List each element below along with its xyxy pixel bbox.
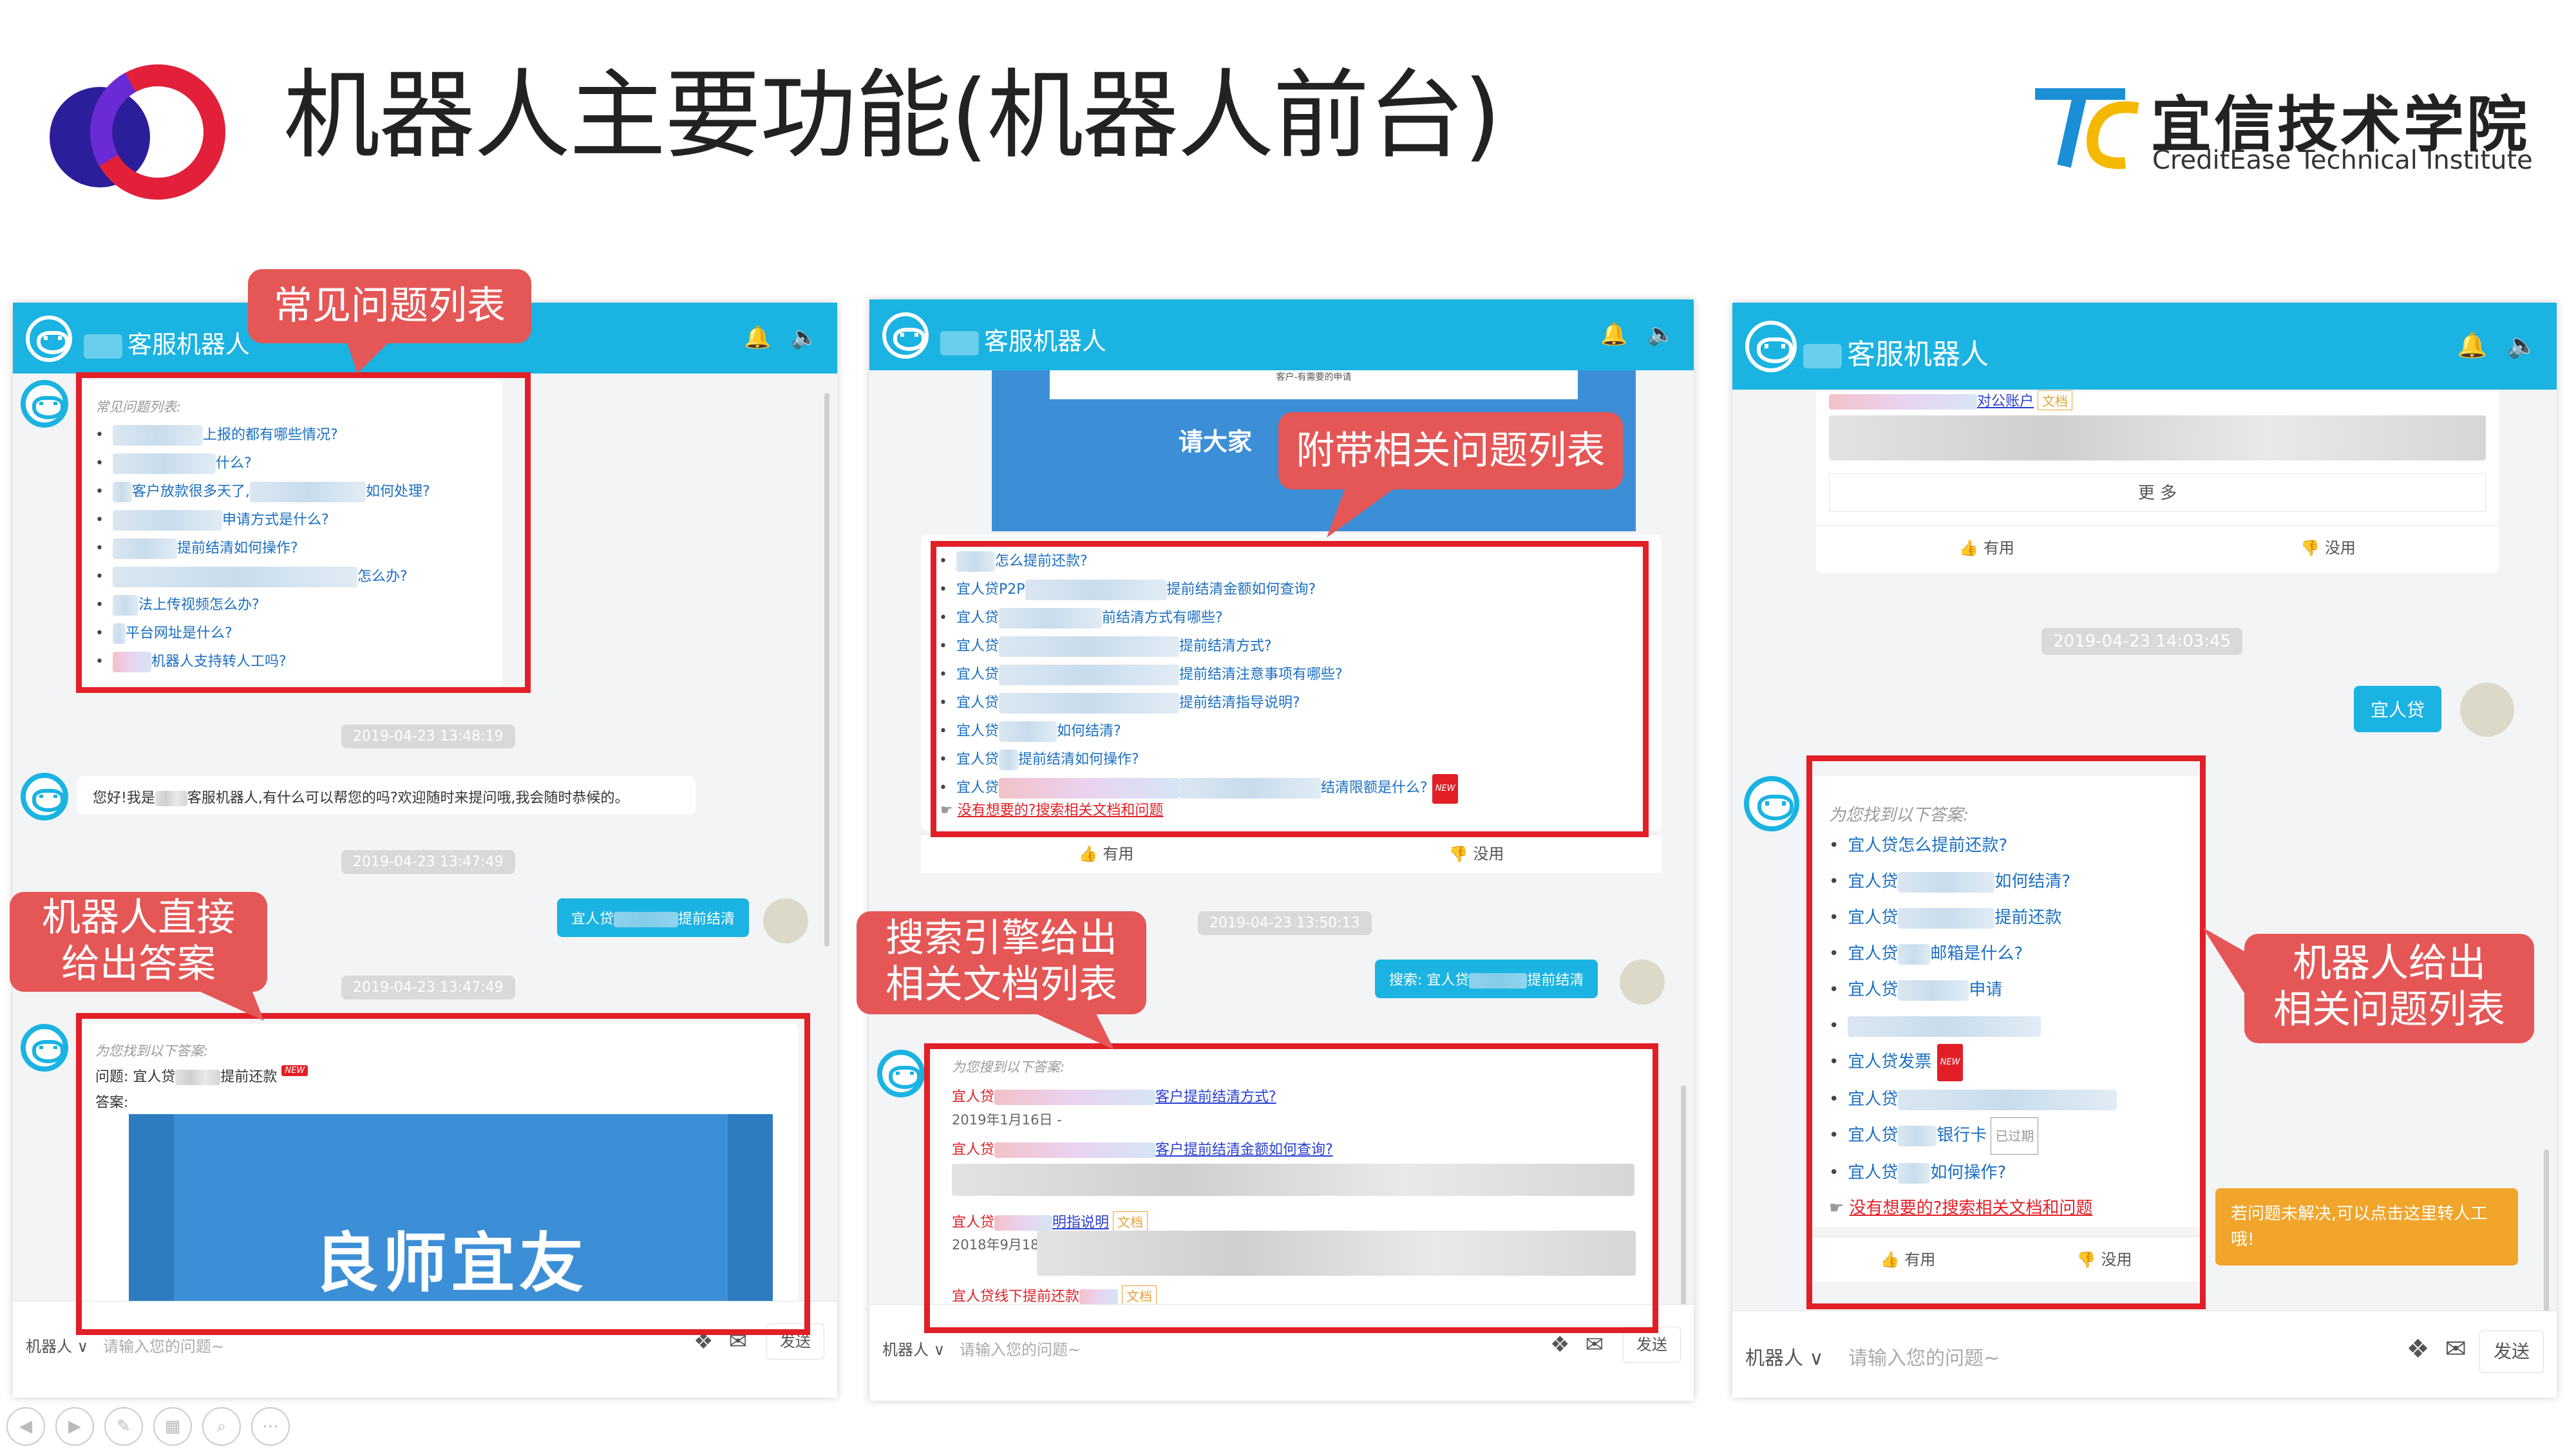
callout-pointer — [1030, 1011, 1114, 1050]
highlight-search-docs — [924, 1043, 1658, 1333]
prev-icon[interactable]: ◀ — [6, 1407, 45, 1446]
useful-button[interactable]: 👍 有用 — [1816, 526, 2157, 570]
chat-header: 客服机器人 🔔 🔈 — [1732, 303, 2557, 390]
bell-icon[interactable]: 🔔 — [2457, 331, 2487, 359]
highlight-related — [931, 541, 1649, 837]
callout-pointer — [193, 989, 264, 1021]
timestamp: 2019-04-23 13:50:13 — [1198, 911, 1372, 935]
next-icon[interactable]: ▶ — [55, 1407, 94, 1446]
thumb-up-icon: 👍 — [1078, 845, 1098, 863]
user-avatar — [2460, 683, 2514, 737]
feedback-bar: 👍 有用 👎 没用 — [1816, 525, 2499, 570]
send-button[interactable]: 发送 — [2479, 1331, 2544, 1373]
speaker-icon[interactable]: 🔈 — [1647, 321, 1674, 347]
zoom-icon[interactable]: ⌕ — [202, 1407, 241, 1446]
apps-icon[interactable]: ❖ — [1550, 1332, 1569, 1358]
useless-button[interactable]: 👎 没用 — [2157, 526, 2499, 570]
highlight-robot-related — [1806, 755, 2206, 1309]
slides-icon[interactable]: ▦ — [153, 1407, 192, 1446]
scrollbar[interactable] — [1681, 1085, 1686, 1317]
thumb-down-icon: 👎 — [1448, 845, 1468, 863]
robot-avatar-icon — [21, 1024, 68, 1072]
more-button[interactable]: 更 多 — [1829, 473, 2486, 512]
callout-faq: 常见问题列表 — [248, 269, 531, 343]
user-message: 宜人贷 提前结清 — [557, 898, 750, 937]
chat-header: 客服机器人 🔔 🔈 — [869, 299, 1694, 370]
transfer-to-human-tip[interactable]: 若问题未解决,可以点击这里转人工哦! — [2215, 1188, 2518, 1265]
timestamp: 2019-04-23 14:03:45 — [2041, 628, 2243, 655]
creditease-logo-icon — [2035, 88, 2139, 169]
question-input[interactable]: 请输入您的问题~ — [1848, 1342, 2000, 1370]
slide: 机器人主要功能(机器人前台) 宜信技术学院 CreditEase Technic… — [0, 0, 2576, 1449]
robot-selector[interactable]: 机器人 ∨ — [26, 1334, 88, 1356]
highlight-direct-answer — [76, 1013, 810, 1335]
mail-icon[interactable]: ✉ — [2445, 1334, 2467, 1364]
bell-icon[interactable]: 🔔 — [744, 325, 771, 350]
speaker-icon[interactable]: 🔈 — [791, 325, 818, 350]
thumb-down-icon: 👎 — [2300, 539, 2320, 557]
thumb-up-icon: 👍 — [1959, 539, 1978, 557]
useless-button[interactable]: 👎 没用 — [1291, 835, 1662, 873]
robot-name: 客服机器人 — [1803, 331, 1989, 372]
page-title: 机器人主要功能(机器人前台) — [283, 60, 1501, 172]
callout-pointer — [345, 335, 396, 374]
robot-avatar-icon — [21, 380, 68, 428]
scrollbar[interactable] — [2544, 1150, 2549, 1336]
brand-block: 宜信技术学院 CreditEase Technical Institute — [2029, 76, 2533, 179]
doc-result[interactable]: 对公账户 文档 — [1829, 390, 2073, 410]
previous-answer-bubble: 对公账户 文档 更 多 👍 有用 👎 没用 — [1816, 390, 2499, 573]
mail-icon[interactable]: ✉ — [1586, 1332, 1604, 1358]
more-icon[interactable]: ⋯ — [251, 1407, 290, 1446]
timestamp: 2019-04-23 13:47:49 — [341, 976, 515, 999]
useful-button[interactable]: 👍 有用 — [921, 835, 1291, 873]
speaker-icon[interactable]: 🔈 — [2507, 331, 2537, 359]
feedback-bar: 👍 有用 👎 没用 — [921, 834, 1662, 873]
timestamp: 2019-04-23 13:47:49 — [341, 850, 515, 874]
callout-pointer — [1327, 486, 1397, 538]
brand-name-en: CreditEase Technical Institute — [2152, 146, 2533, 175]
brand-rings-logo — [50, 64, 225, 200]
user-avatar — [763, 898, 808, 943]
question-input[interactable]: 请输入您的问题~ — [960, 1337, 1081, 1359]
pen-icon[interactable]: ✎ — [104, 1407, 143, 1446]
callout-direct-answer: 机器人直接 给出答案 — [10, 892, 267, 992]
robot-avatar-icon — [882, 312, 929, 359]
greeting-bubble: 您好!我是 客服机器人,有什么可以帮您的吗?欢迎随时来提问哦,我会随时恭候的。 — [77, 776, 696, 815]
highlight-faq — [76, 372, 531, 693]
robot-avatar-icon — [877, 1050, 925, 1097]
robot-selector[interactable]: 机器人 ∨ — [1745, 1342, 1824, 1370]
callout-robot-related: 机器人给出 相关问题列表 — [2244, 934, 2534, 1043]
timestamp: 2019-04-23 13:48:19 — [341, 724, 515, 748]
robot-name: 客服机器人 — [84, 325, 250, 360]
robot-avatar-icon — [21, 773, 68, 820]
robot-avatar-icon — [1744, 776, 1799, 831]
callout-related: 附带相关问题列表 — [1278, 412, 1623, 489]
user-message: 宜人贷 — [2354, 686, 2442, 732]
robot-avatar-icon — [1745, 321, 1797, 372]
robot-avatar-icon — [26, 316, 72, 362]
input-bar: 机器人 ∨ 请输入您的问题~ ❖ ✉ 发送 — [1732, 1311, 2557, 1397]
robot-selector[interactable]: 机器人 ∨ — [882, 1337, 945, 1359]
slide-controls: ◀ ▶ ✎ ▦ ⌕ ⋯ — [6, 1407, 300, 1446]
user-message: 搜索: 宜人贷 提前结清 — [1375, 960, 1598, 998]
question-input[interactable]: 请输入您的问题~ — [103, 1334, 224, 1356]
bell-icon[interactable]: 🔔 — [1600, 321, 1627, 347]
callout-pointer — [2202, 927, 2248, 998]
apps-icon[interactable]: ❖ — [2407, 1334, 2430, 1364]
robot-name: 客服机器人 — [940, 321, 1106, 357]
callout-search: 搜索引擎给出 相关文档列表 — [857, 911, 1146, 1014]
user-avatar — [1620, 960, 1665, 1005]
scrollbar[interactable] — [824, 393, 829, 947]
